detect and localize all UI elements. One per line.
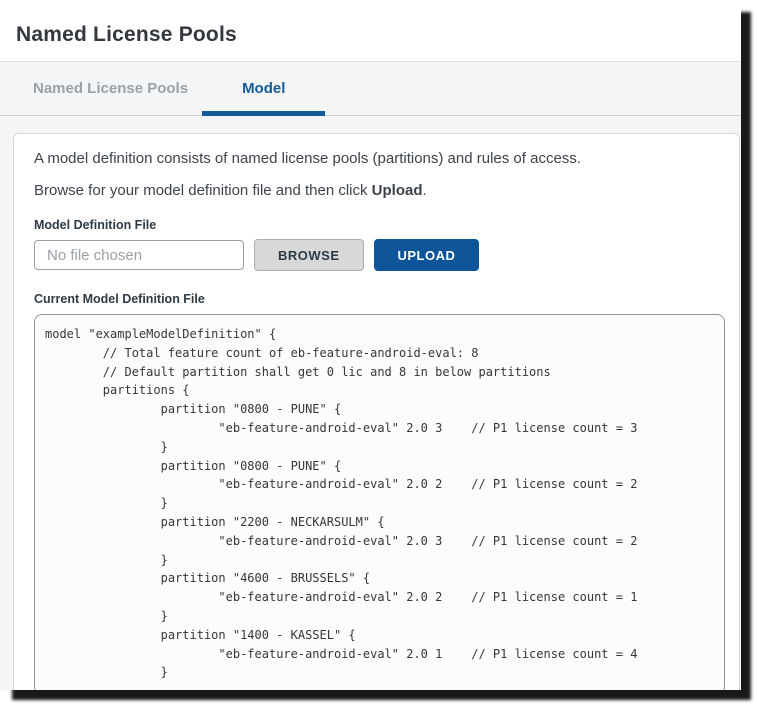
page-title: Named License Pools: [16, 23, 725, 47]
current-model-definition-file-label: Current Model Definition File: [34, 292, 721, 306]
current-model-definition-code-box: model "exampleModelDefinition" { // Tota…: [34, 314, 725, 690]
code-line: partition "4600 - BRUSSELS" {: [45, 569, 712, 588]
code-line: partition "1400 - KASSEL" {: [45, 626, 712, 645]
code-line: "eb-feature-android-eval" 2.0 2 // P1 li…: [45, 588, 712, 607]
code-line: partition "2200 - NECKARSULM" {: [45, 513, 712, 532]
code-line: }: [45, 494, 712, 513]
code-line: "eb-feature-android-eval" 2.0 3 // P1 li…: [45, 532, 712, 551]
named-license-pools-window: Named License Pools Named License Pools …: [0, 0, 741, 690]
code-line: }: [45, 607, 712, 626]
active-tab-underline: [202, 111, 325, 116]
intro-text-2: Browse for your model definition file an…: [34, 182, 721, 199]
intro-text-2-bold: Upload: [372, 182, 423, 199]
content-background: A model definition consists of named lic…: [0, 133, 741, 690]
tabs-row: Named License Pools Model: [0, 62, 741, 116]
code-line: // Total feature count of eb-feature-and…: [45, 344, 712, 363]
browse-button[interactable]: BROWSE: [254, 239, 364, 271]
code-line: partitions {: [45, 381, 712, 400]
upload-button[interactable]: UPLOAD: [374, 239, 480, 271]
tab-label: Named License Pools: [33, 80, 188, 97]
code-line: partition "0800 - PUNE" {: [45, 400, 712, 419]
code-line: // Default partition shall get 0 lic and…: [45, 363, 712, 382]
tab-model[interactable]: Model: [202, 62, 325, 115]
code-line: "eb-feature-android-eval" 2.0 2 // P1 li…: [45, 475, 712, 494]
code-line: }: [45, 551, 712, 570]
file-controls-row: BROWSE UPLOAD: [34, 239, 721, 271]
tab-bar: Named License Pools Model: [0, 62, 741, 133]
code-line: partition "0800 - PUNE" {: [45, 457, 712, 476]
code-line: model "exampleModelDefinition" {: [45, 325, 712, 344]
code-line: }: [45, 438, 712, 457]
intro-text-2-prefix: Browse for your model definition file an…: [34, 182, 372, 199]
code-line: "eb-feature-android-eval" 2.0 1 // P1 li…: [45, 645, 712, 664]
model-tab-panel: A model definition consists of named lic…: [13, 133, 740, 690]
intro-text-2-suffix: .: [423, 182, 427, 199]
model-definition-file-input[interactable]: [34, 240, 244, 270]
tab-named-license-pools[interactable]: Named License Pools: [33, 62, 188, 115]
tab-label: Model: [242, 80, 285, 97]
code-line: }: [45, 663, 712, 682]
intro-text-1: A model definition consists of named lic…: [34, 150, 721, 167]
page-header: Named License Pools: [0, 0, 741, 62]
code-line: "eb-feature-android-eval" 2.0 3 // P1 li…: [45, 419, 712, 438]
model-definition-file-label: Model Definition File: [34, 218, 721, 232]
